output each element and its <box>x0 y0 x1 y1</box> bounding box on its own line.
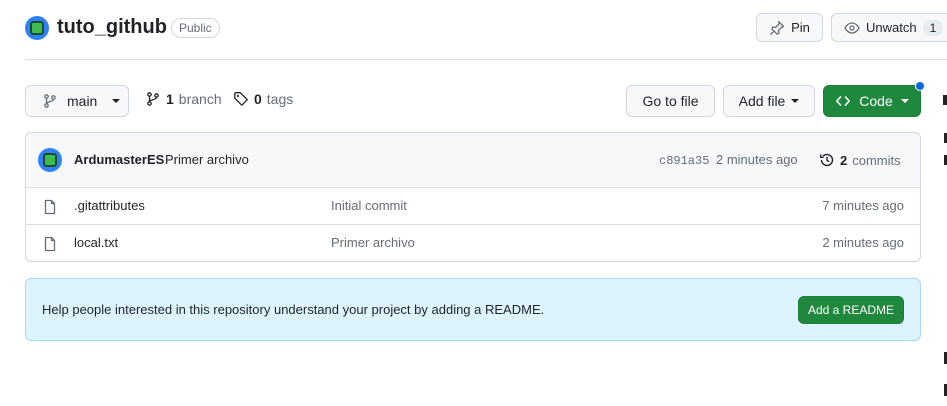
file-commit-message[interactable]: Primer archivo <box>331 235 415 250</box>
notification-dot <box>915 81 925 91</box>
author-avatar[interactable] <box>38 148 62 172</box>
commits-label: commits <box>852 152 901 168</box>
branch-select[interactable]: main <box>25 85 129 117</box>
commits-count: 2 <box>840 152 848 168</box>
file-row[interactable]: local.txt Primer archivo 2 minutes ago <box>26 224 920 261</box>
go-to-file-button[interactable]: Go to file <box>626 85 715 117</box>
add-readme-label: Add a README <box>807 303 895 317</box>
branch-name: main <box>67 93 98 109</box>
unwatch-button[interactable]: Unwatch 1 <box>831 13 947 42</box>
add-file-button[interactable]: Add file <box>723 85 815 117</box>
commit-message[interactable]: Primer archivo <box>165 152 249 167</box>
tag-icon <box>233 91 249 107</box>
file-commit-message[interactable]: Initial commit <box>331 198 407 213</box>
history-icon <box>819 152 835 168</box>
chevron-down-icon <box>112 99 121 103</box>
repo-avatar <box>25 16 49 40</box>
chevron-down-icon <box>791 99 800 103</box>
file-icon <box>42 236 58 252</box>
file-row[interactable]: .gitattributes Initial commit 7 minutes … <box>26 187 920 224</box>
file-name[interactable]: .gitattributes <box>74 198 145 213</box>
git-branch-icon <box>42 93 58 109</box>
branches-count: 1 <box>166 91 174 107</box>
pin-label: Pin <box>791 20 810 35</box>
file-icon <box>42 199 58 215</box>
readme-banner-text: Help people interested in this repositor… <box>42 302 545 317</box>
pin-button[interactable]: Pin <box>756 13 823 42</box>
tags-link[interactable]: 0 tags <box>233 91 293 107</box>
file-commit-time: 7 minutes ago <box>822 198 904 213</box>
branches-label: branch <box>178 91 222 107</box>
code-button[interactable]: Code <box>823 85 921 117</box>
git-branch-icon <box>145 91 161 107</box>
watch-count: 1 <box>922 19 944 36</box>
tags-label: tags <box>266 91 294 107</box>
sidebar-clipped-edge <box>943 95 947 105</box>
code-label: Code <box>859 93 893 109</box>
repo-name[interactable]: tuto_github <box>57 16 167 39</box>
visibility-badge: Public <box>171 18 220 38</box>
file-name[interactable]: local.txt <box>74 235 118 250</box>
branches-link[interactable]: 1 branch <box>145 91 222 107</box>
file-commit-time: 2 minutes ago <box>822 235 904 250</box>
add-readme-button[interactable]: Add a README <box>798 296 904 324</box>
code-icon <box>835 93 851 109</box>
commit-hash[interactable]: c891a35 <box>659 154 709 168</box>
commit-author[interactable]: ArdumasterES <box>74 152 164 167</box>
unwatch-label: Unwatch <box>866 20 917 35</box>
pin-icon <box>769 20 785 36</box>
go-to-file-label: Go to file <box>642 93 699 109</box>
eye-icon <box>844 20 860 36</box>
commit-time: 2 minutes ago <box>716 152 798 167</box>
add-file-label: Add file <box>738 93 786 109</box>
header-divider <box>25 59 947 60</box>
chevron-down-icon <box>900 99 909 103</box>
commits-link[interactable]: 2 commits <box>819 152 901 168</box>
tags-count: 0 <box>254 91 262 107</box>
